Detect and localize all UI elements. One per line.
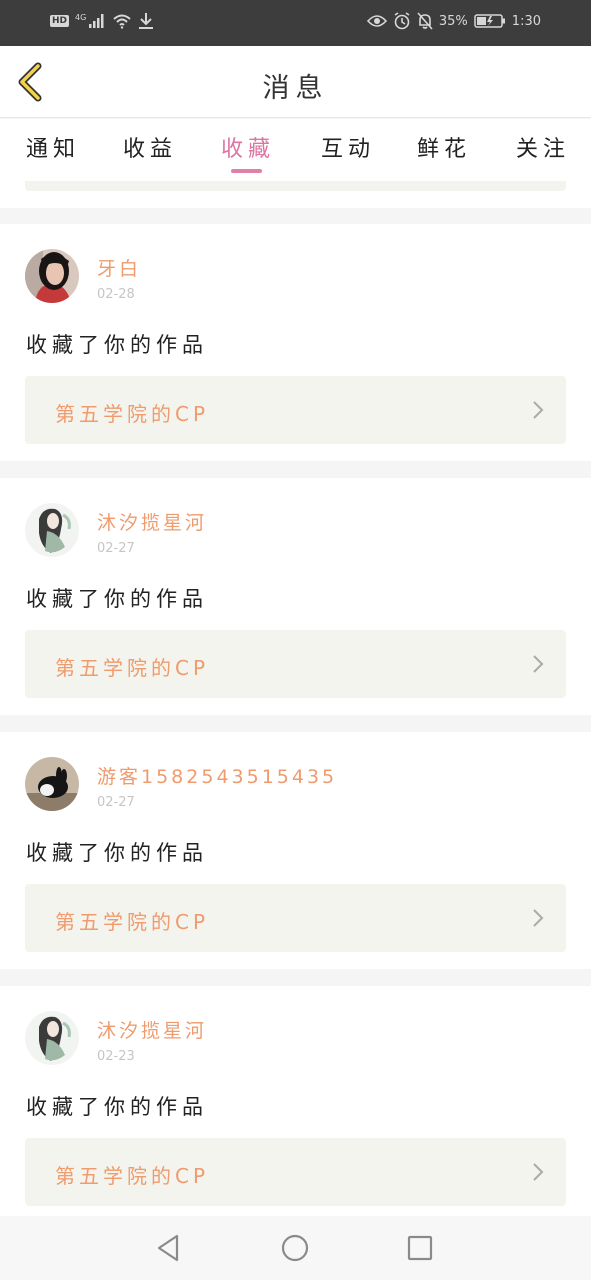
- work-title: 第五学院的CP: [55, 656, 210, 680]
- list-item-partial: [0, 181, 591, 208]
- message-date: 02-27: [97, 795, 135, 810]
- avatar[interactable]: [25, 249, 79, 303]
- triangle-back-icon[interactable]: [153, 1232, 185, 1264]
- action-text: 收藏了你的作品: [26, 333, 208, 357]
- battery-percent: 35%: [438, 13, 468, 29]
- tab-interaction[interactable]: 互动: [321, 131, 375, 163]
- list-item: 沐汐揽星河 02-27 收藏了你的作品 第五学院的CP: [0, 478, 591, 715]
- eye-icon: [366, 15, 387, 27]
- alarm-icon: [394, 12, 410, 30]
- tab-active-indicator: [231, 169, 262, 173]
- system-nav-bar: [0, 1216, 591, 1280]
- avatar[interactable]: [25, 503, 79, 557]
- work-link[interactable]: 第五学院的CP: [25, 630, 566, 698]
- action-text: 收藏了你的作品: [26, 1095, 208, 1119]
- avatar[interactable]: [25, 1011, 79, 1065]
- hd-badge: HD: [50, 15, 70, 27]
- signal-icon: [89, 14, 104, 28]
- clock-time: 1:30: [511, 13, 541, 29]
- status-bar: HD 4G 35% 1:30: [0, 0, 591, 46]
- wifi-icon: [113, 14, 131, 29]
- message-date: 02-23: [97, 1049, 135, 1064]
- chevron-right-icon: [533, 401, 544, 419]
- status-right: 35% 1:30: [366, 12, 541, 30]
- tab-bar: 通知 收益 收藏 互动 鲜花 关注: [0, 119, 591, 181]
- download-icon: [139, 13, 154, 29]
- work-link[interactable]: 第五学院的CP: [25, 376, 566, 444]
- list-item: 游客1582543515435 02-27 收藏了你的作品 第五学院的CP: [0, 732, 591, 969]
- work-title: 第五学院的CP: [55, 402, 210, 426]
- chevron-right-icon: [533, 655, 544, 673]
- work-link[interactable]: 第五学院的CP: [25, 884, 566, 952]
- tab-favorites[interactable]: 收藏: [221, 131, 275, 163]
- app-header: 消息: [0, 46, 591, 118]
- chevron-right-icon: [533, 1163, 544, 1181]
- tab-notice[interactable]: 通知: [26, 131, 80, 163]
- tab-flowers[interactable]: 鲜花: [417, 131, 471, 163]
- status-left: HD 4G: [50, 12, 154, 30]
- message-date: 02-28: [97, 287, 135, 302]
- message-list[interactable]: 牙白 02-28 收藏了你的作品 第五学院的CP 沐汐揽星河 02-27 收藏了…: [0, 181, 591, 1216]
- action-text: 收藏了你的作品: [26, 587, 208, 611]
- action-text: 收藏了你的作品: [26, 841, 208, 865]
- user-name[interactable]: 沐汐揽星河: [97, 508, 207, 535]
- chevron-right-icon: [533, 909, 544, 927]
- work-card-partial: [25, 181, 566, 191]
- message-date: 02-27: [97, 541, 135, 556]
- list-item: 沐汐揽星河 02-23 收藏了你的作品 第五学院的CP: [0, 986, 591, 1216]
- work-title: 第五学院的CP: [55, 1164, 210, 1188]
- tab-follow[interactable]: 关注: [516, 131, 570, 163]
- user-name[interactable]: 牙白: [97, 254, 141, 281]
- network-type: 4G: [75, 12, 87, 22]
- user-name[interactable]: 沐汐揽星河: [97, 1016, 207, 1043]
- list-item: 牙白 02-28 收藏了你的作品 第五学院的CP: [0, 224, 591, 461]
- square-recent-icon[interactable]: [404, 1232, 436, 1264]
- tab-earnings[interactable]: 收益: [123, 131, 177, 163]
- work-link[interactable]: 第五学院的CP: [25, 1138, 566, 1206]
- bell-off-icon: [417, 12, 433, 30]
- work-title: 第五学院的CP: [55, 910, 210, 934]
- battery-icon: [474, 14, 505, 28]
- avatar[interactable]: [25, 757, 79, 811]
- user-name[interactable]: 游客1582543515435: [97, 762, 337, 789]
- circle-home-icon[interactable]: [279, 1232, 311, 1264]
- page-title: 消息: [262, 73, 329, 104]
